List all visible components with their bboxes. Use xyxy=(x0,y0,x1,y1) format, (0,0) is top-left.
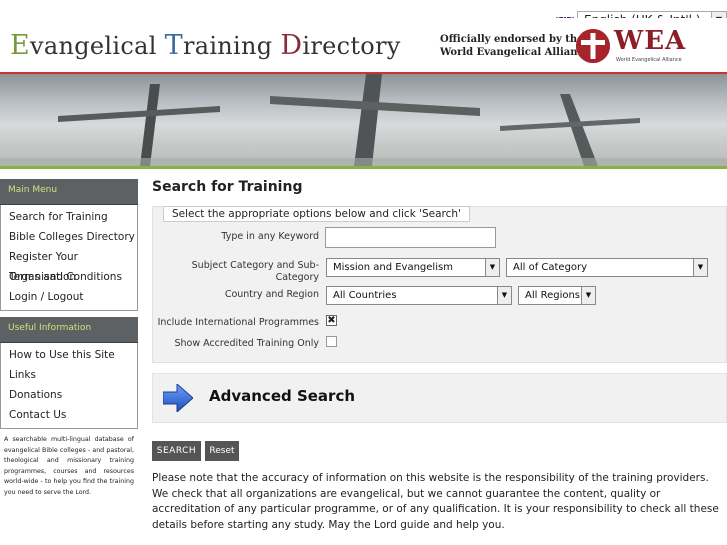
category-label-line-2: Category xyxy=(275,272,319,283)
logo-word-3: irectory xyxy=(302,32,401,60)
endorsement-line-1: Officially endorsed by the xyxy=(440,34,584,45)
menu-item-contact-us[interactable]: Contact Us xyxy=(1,405,137,425)
site-description: A searchable multi-lingual database of e… xyxy=(4,436,134,496)
menu-item-donations[interactable]: Donations xyxy=(1,385,137,405)
subcategory-select-value: All of Category xyxy=(513,262,588,273)
wea-logo-text: WEA xyxy=(614,26,687,56)
country-label: Country and Region xyxy=(224,289,319,300)
site-header: Evangelical Training Directory Officiall… xyxy=(0,18,727,74)
category-select-value: Mission and Evangelism xyxy=(333,262,453,273)
logo-word-2: raining xyxy=(182,32,281,60)
accredited-checkbox[interactable] xyxy=(326,336,337,347)
logo-letter-d: D xyxy=(280,30,303,61)
main-menu-heading: Main Menu xyxy=(0,179,138,205)
region-select[interactable]: All Regions ▼ xyxy=(518,286,596,305)
form-legend: Select the appropriate options below and… xyxy=(163,206,470,222)
logo-letter-t: T xyxy=(164,30,183,61)
logo-word-1: vangelical xyxy=(30,32,165,60)
logo-letter-e: E xyxy=(10,30,31,61)
endorsement-line-2: World Evangelical Alliance xyxy=(440,47,590,58)
chevron-down-icon: ▼ xyxy=(581,287,595,304)
category-label: Subject Category and Sub- Category xyxy=(183,260,319,284)
chevron-down-icon: ▼ xyxy=(497,287,511,304)
arrow-right-icon xyxy=(162,382,194,416)
sidebar: Main Menu Search for Training Bible Coll… xyxy=(0,179,138,498)
international-checkbox[interactable]: ✖ xyxy=(326,315,337,326)
menu-item-login-logout[interactable]: Login / Logout xyxy=(1,287,137,307)
page-title: Search for Training xyxy=(152,179,303,195)
category-select[interactable]: Mission and Evangelism ▼ xyxy=(326,258,500,277)
menu-item-how-to-use[interactable]: How to Use this Site xyxy=(1,345,137,365)
country-select-value: All Countries xyxy=(333,290,397,301)
menu-item-links[interactable]: Links xyxy=(1,365,137,385)
chevron-down-icon: ▼ xyxy=(485,259,499,276)
international-label: Include International Programmes xyxy=(157,317,319,328)
endorsement-text: Officially endorsed by the World Evangel… xyxy=(440,33,590,59)
search-form: Select the appropriate options below and… xyxy=(152,206,727,363)
useful-information-menu: How to Use this Site Links Donations Con… xyxy=(0,343,138,429)
banner-divider xyxy=(0,166,727,169)
menu-item-terms-and-conditions[interactable]: Terms and Conditions xyxy=(1,267,137,287)
keyword-input[interactable] xyxy=(325,227,496,248)
country-select[interactable]: All Countries ▼ xyxy=(326,286,512,305)
menu-item-search-for-training[interactable]: Search for Training xyxy=(1,207,137,227)
wea-cross-logo-icon xyxy=(576,29,610,63)
wea-logo-subtitle: World Evangelical Alliance xyxy=(616,57,682,63)
category-label-line-1: Subject Category and Sub- xyxy=(191,260,319,271)
menu-item-register-organisation[interactable]: Register Your Organisation xyxy=(1,247,137,283)
disclaimer-text: Please note that the accuracy of informa… xyxy=(152,472,719,531)
chevron-down-icon: ▼ xyxy=(693,259,707,276)
reset-button[interactable]: Reset xyxy=(205,441,239,461)
site-logo[interactable]: Evangelical Training Directory xyxy=(10,30,401,61)
accredited-label: Show Accredited Training Only xyxy=(174,338,319,349)
region-select-value: All Regions xyxy=(525,290,581,301)
useful-information-heading: Useful Information xyxy=(0,317,138,343)
menu-item-bible-colleges-directory[interactable]: Bible Colleges Directory xyxy=(1,227,137,247)
main-menu: Search for Training Bible Colleges Direc… xyxy=(0,205,138,311)
crosses-banner-image xyxy=(0,74,727,166)
search-button[interactable]: SEARCH xyxy=(152,441,201,461)
subcategory-select[interactable]: All of Category ▼ xyxy=(506,258,708,277)
advanced-search-panel[interactable]: Advanced Search xyxy=(152,373,727,423)
advanced-search-title[interactable]: Advanced Search xyxy=(209,387,355,405)
keyword-label: Type in any Keyword xyxy=(221,231,319,242)
